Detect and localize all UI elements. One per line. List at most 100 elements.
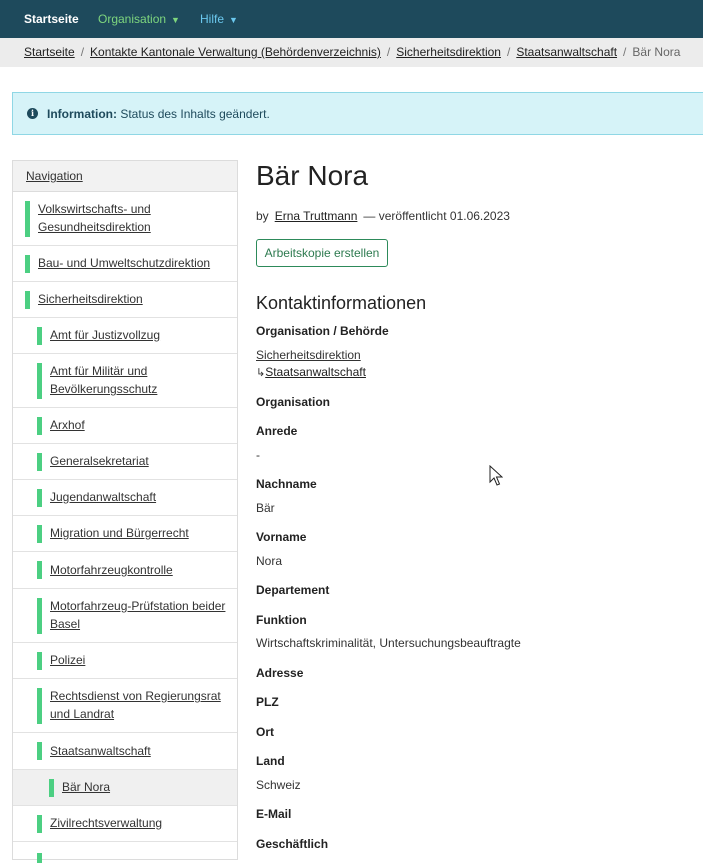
sub-arrow-icon: ↳	[256, 366, 266, 379]
land-value: Schweiz	[256, 778, 301, 792]
sidebar-item-label: Motorfahrzeugkontrolle	[50, 563, 173, 577]
org-behoerde-label: Organisation / Behörde	[256, 324, 389, 338]
sidebar-item-label: Generalsekretariat	[50, 454, 149, 468]
nav-level-indicator	[37, 363, 42, 399]
byline-by: by	[256, 209, 269, 223]
sidebar-item-volkswirtschaft[interactable]: Volkswirtschafts- und Gesundheitsdirektio…	[13, 192, 237, 246]
nav-level-indicator	[37, 853, 42, 863]
vorname-value: Nora	[256, 554, 283, 568]
sidebar-navigation: Navigation Volkswirtschafts- und Gesundhe…	[12, 160, 238, 863]
email-label: E-Mail	[256, 807, 292, 821]
nav-level-indicator	[25, 201, 30, 237]
sidebar-item-label: Amt für Militär und Bevölkerungsschutz	[50, 364, 158, 396]
sidebar-item-motorfahrzeugkontrolle[interactable]: Motorfahrzeugkontrolle	[13, 552, 237, 589]
sidebar-header: Navigation	[13, 161, 237, 192]
breadcrumb-current: Bär Nora	[632, 45, 681, 59]
sidebar-item-label: Motorfahrzeug-Prüfstation beider Basel	[50, 599, 226, 631]
org-child-row: ↳Staatsanwaltschaft	[256, 365, 366, 379]
sidebar-item-label: Jugendanwaltschaft	[50, 490, 157, 504]
sidebar-item-jugendanwaltschaft[interactable]: Jugendanwaltschaft	[13, 480, 237, 516]
sidebar-item-migration[interactable]: Migration und Bürgerrecht	[13, 516, 237, 552]
sidebar-item-label: Migration und Bürgerrecht	[50, 526, 189, 540]
sidebar-item-pruefstation[interactable]: Motorfahrzeug-Prüfstation beider Basel	[13, 589, 237, 643]
breadcrumb: Startseite / Kontakte Kantonale Verwaltung…	[0, 38, 703, 67]
chevron-down-icon: ▼	[171, 15, 180, 25]
info-message-text: Information: Status des Inhalts geändert…	[47, 107, 270, 121]
organisation-label: Organisation	[256, 395, 331, 409]
geschaeftlich-label: Geschäftlich	[256, 837, 329, 851]
sidebar-item-bau-umweltschutz[interactable]: Bau- und Umweltschutzdirektion	[13, 246, 237, 282]
plz-label: PLZ	[256, 695, 279, 709]
mouse-pointer-icon	[489, 465, 503, 486]
sidebar-item-label: Zivilrechtsverwaltung	[50, 816, 163, 830]
sidebar-item-more[interactable]	[13, 842, 237, 863]
info-message-label: Information:	[47, 107, 117, 121]
contact-heading: Kontaktinformationen	[256, 293, 427, 313]
nav-home-link[interactable]: Startseite	[24, 12, 79, 26]
nav-level-indicator	[25, 291, 30, 309]
sidebar-item-label: Volkswirtschafts- und Gesundheitsdirektio…	[38, 202, 151, 234]
anrede-label: Anrede	[256, 424, 298, 438]
nav-level-indicator	[37, 561, 42, 579]
create-working-copy-button[interactable]: Arbeitskopie erstellen	[256, 239, 388, 267]
nav-level-indicator	[37, 742, 42, 760]
sidebar-item-label: Bau- und Umweltschutzdirektion	[38, 256, 211, 270]
sidebar-header-link[interactable]: Navigation	[26, 169, 83, 183]
sidebar-item-polizei[interactable]: Polizei	[13, 643, 237, 679]
ort-label: Ort	[256, 725, 274, 739]
nav-level-indicator	[25, 255, 30, 273]
sidebar-item-justizvollzug[interactable]: Amt für Justizvollzug	[13, 318, 237, 354]
nav-level-indicator	[49, 779, 54, 797]
nav-level-indicator	[37, 598, 42, 634]
page-title: Bär Nora	[256, 160, 369, 191]
breadcrumb-item-startseite[interactable]: Startseite	[24, 45, 75, 59]
nav-help-menu[interactable]: Hilfe ▼	[200, 12, 238, 27]
byline: by Erna Truttmann — veröffentlicht 01.06.2…	[256, 209, 510, 223]
sidebar-item-generalsekretariat[interactable]: Generalsekretariat	[13, 444, 237, 480]
breadcrumb-item-sicherheitsdirektion[interactable]: Sicherheitsdirektion	[396, 45, 501, 59]
breadcrumb-separator: /	[623, 45, 627, 59]
nav-level-indicator	[37, 525, 42, 543]
breadcrumb-separator: /	[386, 45, 391, 59]
chevron-down-icon: ▼	[229, 15, 238, 25]
nav-level-indicator	[37, 453, 42, 471]
funktion-label: Funktion	[256, 613, 307, 627]
status-info-message: i Information: Status des Inhalts geände…	[12, 92, 703, 135]
published-date: — veröffentlicht 01.06.2023	[363, 209, 510, 223]
sidebar-item-sicherheitsdirektion[interactable]: Sicherheitsdirektion	[13, 282, 237, 318]
sidebar-item-zivilrechtsverwaltung[interactable]: Zivilrechtsverwaltung	[13, 806, 237, 842]
departement-label: Departement	[256, 583, 330, 597]
nav-organisation-menu[interactable]: Organisation ▼	[98, 12, 180, 27]
nav-level-indicator	[37, 327, 42, 345]
nav-help-label: Hilfe	[200, 12, 225, 26]
nav-level-indicator	[37, 489, 42, 507]
nav-level-indicator	[37, 815, 42, 833]
nachname-label: Nachname	[256, 477, 317, 491]
info-message-body: Status des Inhalts geändert.	[120, 107, 270, 121]
adresse-label: Adresse	[256, 666, 304, 680]
breadcrumb-separator: /	[80, 45, 85, 59]
breadcrumb-separator: /	[506, 45, 511, 59]
sidebar-item-label: Bär Nora	[62, 780, 111, 794]
author-link[interactable]: Erna Truttmann	[275, 209, 358, 223]
nav-level-indicator	[37, 417, 42, 435]
sidebar-item-label: Sicherheitsdirektion	[38, 292, 143, 306]
land-label: Land	[256, 754, 285, 768]
sidebar-item-staatsanwaltschaft[interactable]: Staatsanwaltschaft	[13, 733, 237, 770]
sidebar-item-baer-nora[interactable]: Bär Nora	[13, 770, 237, 806]
info-icon: i	[27, 108, 38, 119]
anrede-value: -	[256, 448, 260, 462]
sidebar-item-arxhof[interactable]: Arxhof	[13, 408, 237, 444]
vorname-label: Vorname	[256, 530, 307, 544]
sidebar-item-rechtsdienst[interactable]: Rechtsdienst von Regierungsrat und Landra…	[13, 679, 237, 733]
nav-organisation-label: Organisation	[98, 12, 167, 26]
sidebar-item-militaer-bevoelkerungsschutz[interactable]: Amt für Militär und Bevölkerungsschutz	[13, 354, 237, 408]
nav-level-indicator	[37, 652, 42, 670]
sidebar-item-label: Rechtsdienst von Regierungsrat und Landra…	[50, 689, 221, 721]
breadcrumb-item-kontakte[interactable]: Kontakte Kantonale Verwaltung (Behördenv…	[90, 45, 381, 59]
sidebar-item-label: Arxhof	[50, 418, 85, 432]
sidebar-item-label: Staatsanwaltschaft	[50, 744, 151, 758]
org-child-link[interactable]: Staatsanwaltschaft	[265, 365, 366, 379]
breadcrumb-item-staatsanwaltschaft[interactable]: Staatsanwaltschaft	[516, 45, 617, 59]
org-parent-link[interactable]: Sicherheitsdirektion	[256, 348, 361, 362]
